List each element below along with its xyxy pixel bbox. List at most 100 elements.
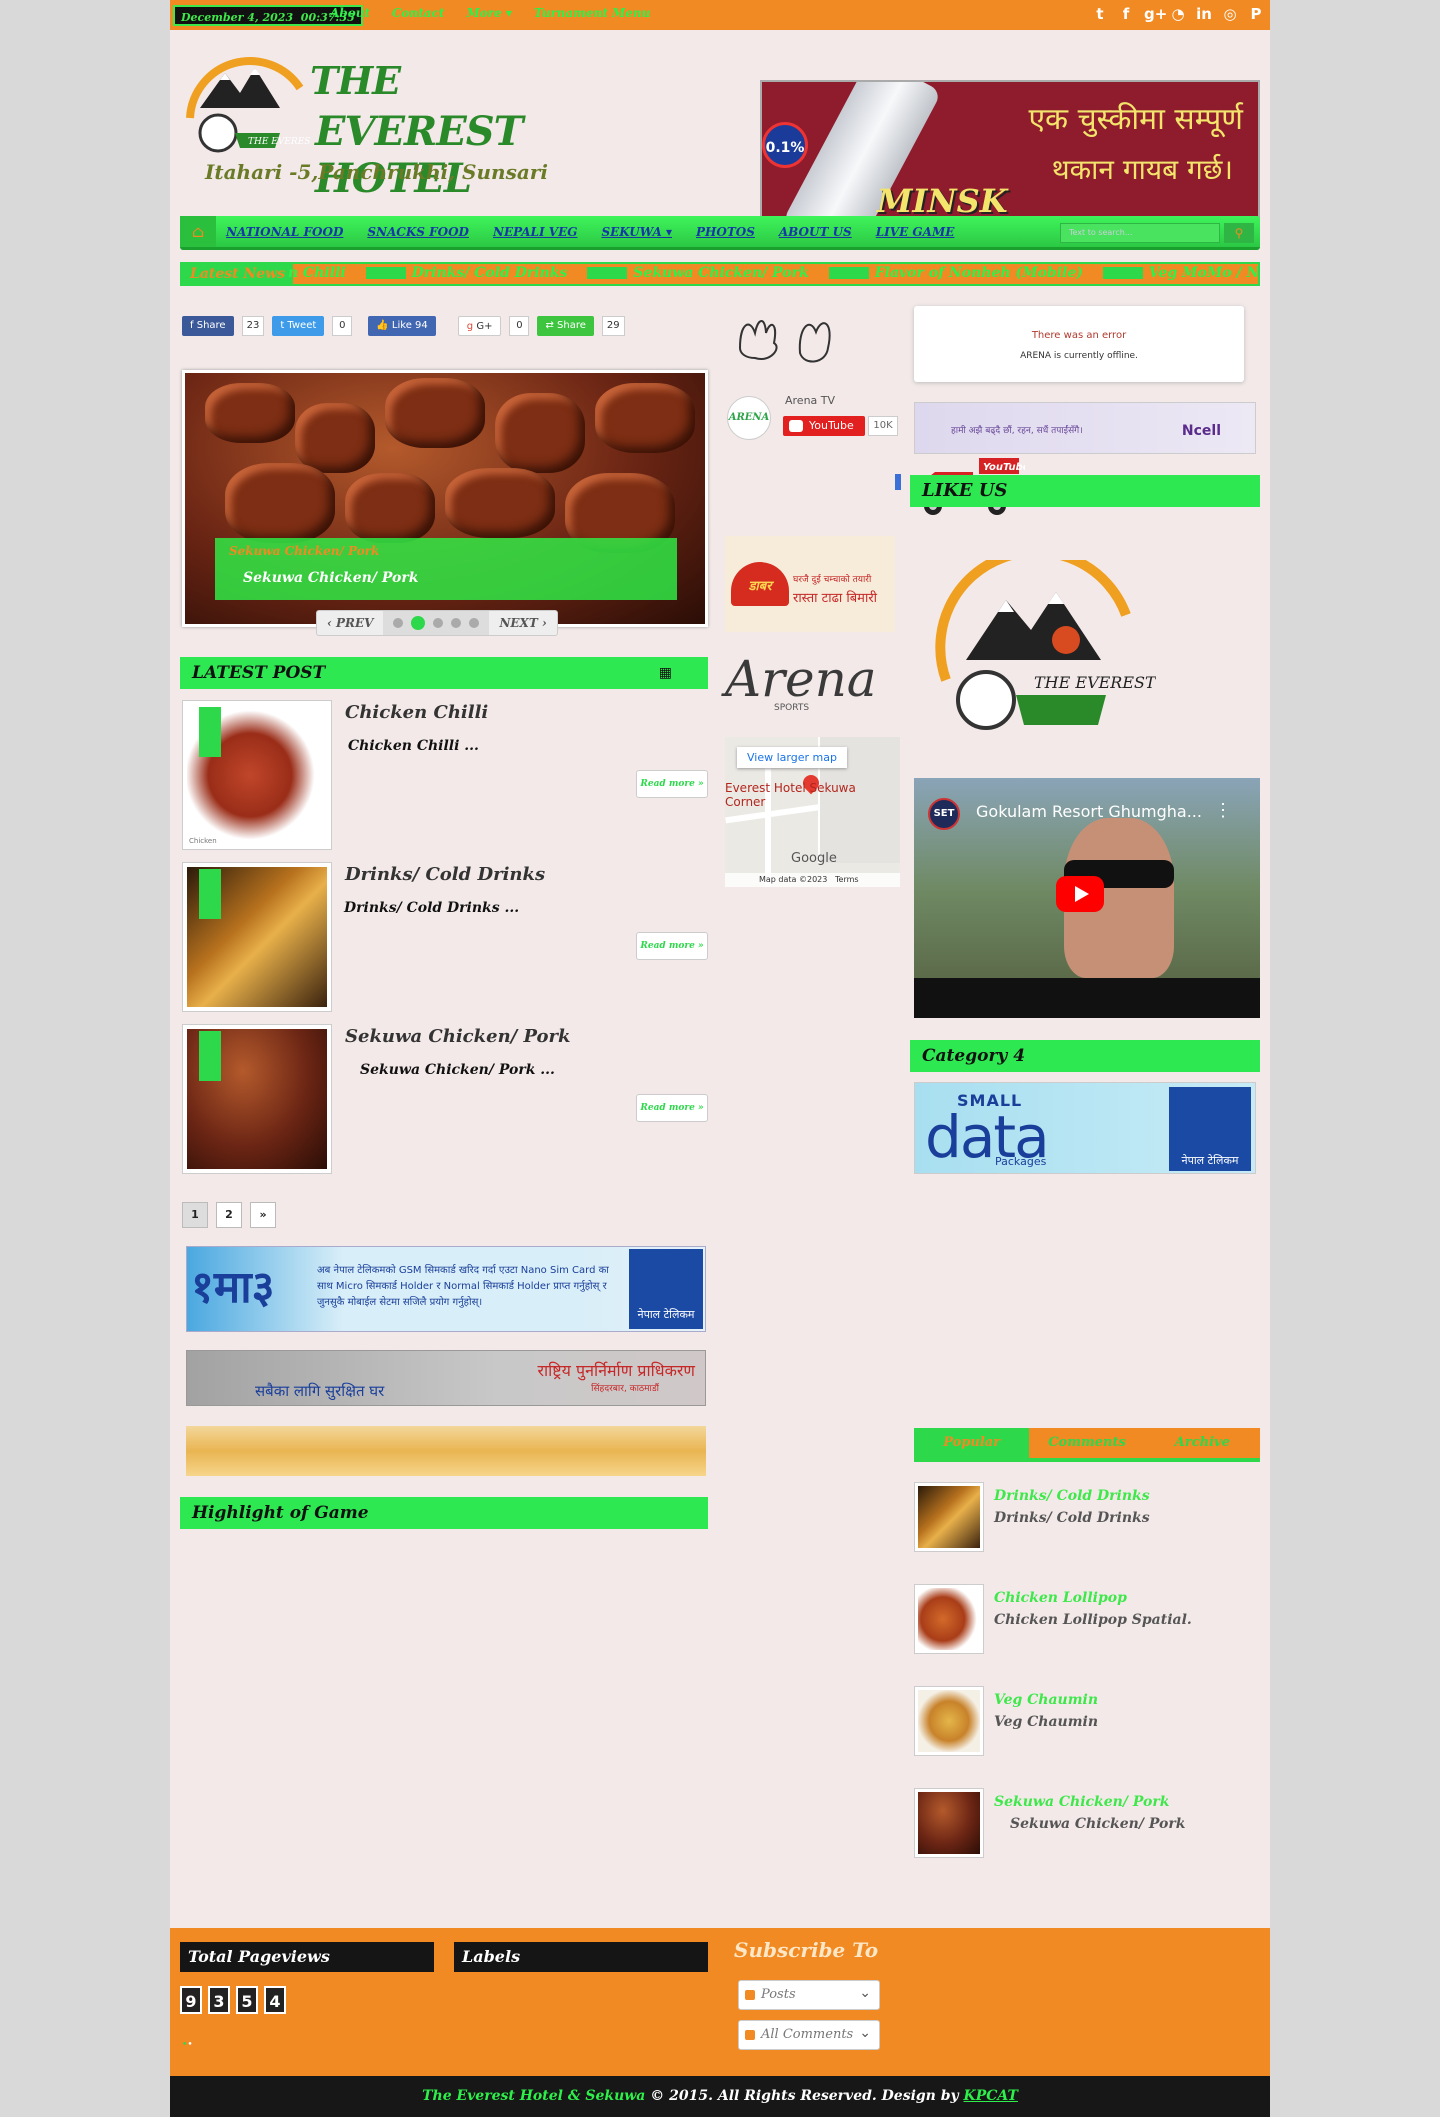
search-icon[interactable]: ⚲ [1224, 223, 1254, 243]
nav-item-about-us[interactable]: ABOUT US [779, 225, 852, 239]
ticker-item[interactable]: Drinks/ Cold Drinks [365, 265, 567, 281]
facebook-share-button[interactable]: f Share [182, 316, 234, 336]
top-bar: December 4, 2023 00:37:35 About Contact … [170, 0, 1270, 30]
video-title[interactable]: Gokulam Resort Ghumgha... [976, 802, 1202, 821]
youtube-subscribe-button[interactable]: YouTube [783, 416, 865, 436]
ad-org: राष्ट्रिय पुनर्निर्माण प्राधिकरण [537, 1361, 695, 1380]
designer-link[interactable]: KPCAT [964, 2088, 1018, 2104]
pinterest-icon[interactable]: P [1248, 5, 1264, 23]
more-options-icon[interactable]: ⋮ [1214, 800, 1232, 821]
popular-title[interactable]: Drinks/ Cold Drinks [994, 1488, 1150, 1504]
popular-thumbnail[interactable] [914, 1788, 984, 1858]
popular-thumbnail[interactable] [914, 1584, 984, 1654]
popular-title[interactable]: Veg Chaumin [994, 1692, 1098, 1708]
google-plus-count: 0 [509, 316, 530, 336]
map-terms-link[interactable]: Terms [835, 875, 859, 884]
page-1[interactable]: 1 [182, 1202, 208, 1228]
popular-title[interactable]: Sekuwa Chicken/ Pork [994, 1794, 1169, 1810]
popular-thumbnail[interactable] [914, 1482, 984, 1552]
nav-item-live-game[interactable]: LIVE GAME [876, 225, 955, 239]
featured-slider[interactable]: Sekuwa Chicken/ Pork Sekuwa Chicken/ Por… [182, 370, 708, 627]
small-data-ad[interactable]: SMALL data Packages नेपाल टेलिकम [914, 1082, 1256, 1174]
google-plus-button[interactable]: g G+ [457, 316, 502, 336]
popular-excerpt: Drinks/ Cold Drinks [994, 1510, 1150, 1526]
rss-icon[interactable]: ◔ [1170, 5, 1186, 23]
nav-item-sekuwa[interactable]: SEKUWA ▾ [601, 225, 672, 239]
tab-comments[interactable]: Comments [1029, 1428, 1145, 1458]
slider-title: Sekuwa Chicken/ Pork [243, 570, 419, 586]
facebook-like-button[interactable]: 👍 Like 94 [368, 316, 436, 336]
home-icon[interactable]: ⌂ [180, 216, 216, 247]
slider-dot[interactable] [451, 618, 462, 628]
everest-large-logo-icon[interactable]: THE EVEREST [926, 560, 1156, 750]
slider-dot[interactable] [393, 618, 404, 628]
nav-item-snacks-food[interactable]: SNACKS FOOD [367, 225, 469, 239]
read-more-button[interactable]: Read more » [636, 770, 708, 798]
site-logo[interactable]: THE EVEREST THE EVEREST HOTEL Itahari -5… [180, 48, 600, 223]
site-title-line1: THE [310, 58, 401, 103]
top-links: About Contact More ▾ Turnament Menu [330, 6, 650, 20]
google-map[interactable]: View larger map Everest Hotel Sekuwa Cor… [725, 737, 900, 887]
top-link-more[interactable]: More ▾ [466, 6, 511, 20]
view-larger-map-link[interactable]: View larger map [737, 747, 847, 768]
ncell-ad[interactable]: हामी अझै बढ्दै छौं, रहन, सधैं तपाईंसँगै।… [914, 402, 1256, 454]
nepal-telecom-ad[interactable]: १मा३ अब नेपाल टेलिकमको GSM सिमकार्ड खरिद… [186, 1246, 706, 1332]
post-title[interactable]: Sekuwa Chicken/ Pork [345, 1026, 571, 1047]
channel-name[interactable]: Arena TV [785, 394, 835, 407]
page-2[interactable]: 2 [216, 1202, 242, 1228]
top-link-about[interactable]: About [330, 6, 370, 20]
subscribe-comments-dropdown[interactable]: All Comments [738, 2019, 880, 2050]
search-input[interactable]: Text to search... [1060, 223, 1220, 243]
post-thumbnail[interactable] [182, 1024, 332, 1174]
page-next[interactable]: » [250, 1202, 276, 1228]
slider-prev-button[interactable]: ‹ PREV [317, 611, 383, 635]
share-button[interactable]: ⇄ Share [537, 316, 594, 336]
google-plus-icon[interactable]: g+ [1144, 5, 1167, 23]
nav-item-national-food[interactable]: NATIONAL FOOD [226, 225, 343, 239]
popular-post: Sekuwa Chicken/ Pork Sekuwa Chicken/ Por… [914, 1788, 1260, 1860]
top-link-turnament-menu[interactable]: Turnament Menu [534, 6, 651, 20]
slider-dot[interactable] [433, 618, 444, 628]
slider-dot[interactable] [469, 618, 480, 628]
post-thumbnail[interactable] [182, 862, 332, 1012]
tweet-button[interactable]: t Tweet [272, 316, 325, 336]
post-title[interactable]: Drinks/ Cold Drinks [345, 864, 545, 885]
google-plus-icon: g [466, 321, 474, 332]
ticker-item[interactable]: Sekuwa Chicken/ Pork [587, 265, 809, 281]
youtube-video-embed[interactable]: SET Gokulam Resort Ghumgha... ⋮ [914, 778, 1260, 1018]
slider-dot-active[interactable] [411, 616, 426, 630]
read-more-button[interactable]: Read more » [636, 1094, 708, 1122]
subscribe-posts-dropdown[interactable]: Posts [738, 1979, 880, 2010]
post-title[interactable]: Chicken Chilli [345, 702, 488, 723]
reconstruction-ad[interactable]: सबैका लागि सुरक्षित घर राष्ट्रिय पुनर्नि… [186, 1350, 706, 1406]
ticker-item[interactable]: n Chilli [288, 265, 346, 281]
category-heading: Category 4 [910, 1040, 1260, 1072]
nav-item-nepali-veg[interactable]: NEPALI VEG [493, 225, 578, 239]
post-thumbnail[interactable]: Chicken [182, 700, 332, 850]
dabur-ad[interactable]: डाबर घरजै दुई चम्चाको तयारी रास्ता टाढा … [725, 536, 895, 632]
tab-popular[interactable]: Popular [914, 1428, 1030, 1458]
dribbble-icon[interactable]: ◎ [1222, 5, 1238, 23]
linkedin-icon[interactable]: in [1196, 5, 1212, 23]
tab-archive[interactable]: Archive [1144, 1428, 1260, 1458]
twitter-icon[interactable]: t [1092, 5, 1108, 23]
top-link-contact[interactable]: Contact [392, 6, 444, 20]
arena-logo[interactable]: Arena [725, 650, 877, 708]
facebook-icon[interactable]: f [1118, 5, 1134, 23]
nav-item-photos[interactable]: PHOTOS [696, 225, 755, 239]
play-button-icon[interactable] [1056, 876, 1104, 912]
popular-title[interactable]: Chicken Lollipop [994, 1590, 1127, 1606]
slider-next-button[interactable]: NEXT › [489, 611, 556, 635]
ticker-item[interactable]: Veg MoMo / Non Veg MoMo [1102, 265, 1258, 281]
slider-caption[interactable]: Sekuwa Chicken/ Pork Sekuwa Chicken/ Por… [215, 538, 677, 600]
minsk-banner-ad[interactable]: 0.1% एक चुस्कीमा सम्पूर्ण थकान गायब गर्छ… [760, 80, 1260, 222]
video-channel-icon[interactable]: SET [928, 798, 960, 830]
nav-links: NATIONAL FOOD SNACKS FOOD NEPALI VEG SEK… [226, 225, 954, 239]
popular-thumbnail[interactable] [914, 1686, 984, 1756]
sunset-banner[interactable] [186, 1426, 706, 1476]
read-more-button[interactable]: Read more » [636, 932, 708, 960]
grid-view-icon[interactable]: ▦ [659, 657, 672, 689]
channel-logo[interactable]: ARENA [727, 396, 771, 440]
ticker-item[interactable]: Flavor of Nonheh (Mobile) [828, 265, 1083, 281]
copyright-site-link[interactable]: The Everest Hotel & Sekuwa [422, 2088, 645, 2104]
